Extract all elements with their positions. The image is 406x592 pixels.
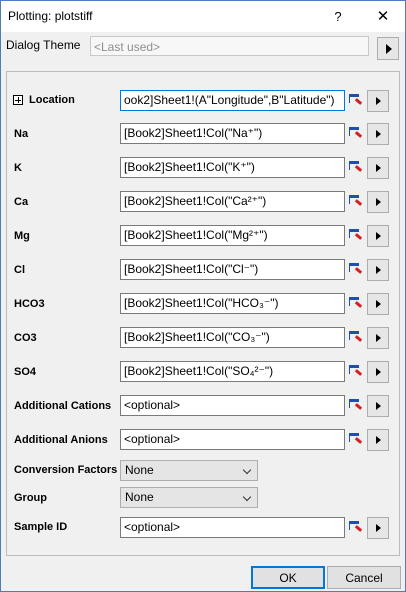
sample-id-menu-arrow-button[interactable] <box>367 517 389 539</box>
na-input[interactable]: [Book2]Sheet1!Col("Na⁺") <box>120 123 345 144</box>
conversion-factors-label: Conversion Factors <box>14 464 118 476</box>
dialog-theme-combo[interactable]: <Last used> <box>90 36 369 56</box>
ca-label: Ca <box>14 196 29 208</box>
ca-input[interactable]: [Book2]Sheet1!Col("Ca²⁺") <box>120 191 345 212</box>
hco3-menu-arrow-button[interactable] <box>367 293 389 315</box>
additional-anions-input[interactable]: <optional> <box>120 429 345 450</box>
sample-id-select-range-icon[interactable] <box>347 517 364 538</box>
k-label: K <box>14 162 22 174</box>
so4-label: SO4 <box>14 366 37 378</box>
na-menu-arrow-button[interactable] <box>367 123 389 145</box>
group-label: Group <box>14 492 47 504</box>
co3-select-range-icon[interactable] <box>347 327 364 348</box>
dialog-window: Plotting: plotstiff ? ✕ Dialog Theme <La… <box>0 0 406 592</box>
sample-id-label: Sample ID <box>14 521 68 533</box>
close-button[interactable]: ✕ <box>365 1 401 32</box>
na-select-range-icon[interactable] <box>347 123 364 144</box>
co3-input[interactable]: [Book2]Sheet1!Col("CO₃⁻") <box>120 327 345 348</box>
k-select-range-icon[interactable] <box>347 157 364 178</box>
k-menu-arrow-button[interactable] <box>367 157 389 179</box>
ca-select-range-icon[interactable] <box>347 191 364 212</box>
additional-anions-label: Additional Anions <box>14 434 108 446</box>
so4-input[interactable]: [Book2]Sheet1!Col("SO₄²⁻") <box>120 361 345 382</box>
location-input[interactable]: ook2]Sheet1!(A"Longitude",B"Latitude") <box>120 90 345 111</box>
cancel-button[interactable]: Cancel <box>327 566 401 589</box>
help-button[interactable]: ? <box>327 1 349 32</box>
so4-select-range-icon[interactable] <box>347 361 364 382</box>
expand-plus-icon[interactable] <box>13 95 23 105</box>
additional-anions-menu-arrow-button[interactable] <box>367 429 389 451</box>
window-title: Plotting: plotstiff <box>8 9 93 23</box>
conversion-factors-dropdown[interactable]: None <box>120 460 258 481</box>
additional-cations-menu-arrow-button[interactable] <box>367 395 389 417</box>
sample-id-input[interactable]: <optional> <box>120 517 345 538</box>
k-input[interactable]: [Book2]Sheet1!Col("K⁺") <box>120 157 345 178</box>
location-menu-arrow-button[interactable] <box>367 90 389 112</box>
title-bar: Plotting: plotstiff ? ✕ <box>1 1 405 32</box>
hco3-label: HCO3 <box>14 298 45 310</box>
cl-label: Cl <box>14 264 25 276</box>
hco3-select-range-icon[interactable] <box>347 293 364 314</box>
dialog-theme-label: Dialog Theme <box>6 38 81 52</box>
cl-select-range-icon[interactable] <box>347 259 364 280</box>
co3-label: CO3 <box>14 332 37 344</box>
additional-cations-label: Additional Cations <box>14 400 112 412</box>
co3-menu-arrow-button[interactable] <box>367 327 389 349</box>
mg-menu-arrow-button[interactable] <box>367 225 389 247</box>
cl-input[interactable]: [Book2]Sheet1!Col("Cl⁻") <box>120 259 345 280</box>
additional-anions-select-range-icon[interactable] <box>347 429 364 450</box>
na-label: Na <box>14 128 29 140</box>
additional-cations-select-range-icon[interactable] <box>347 395 364 416</box>
mg-label: Mg <box>14 230 30 242</box>
additional-cations-input[interactable]: <optional> <box>120 395 345 416</box>
cl-menu-arrow-button[interactable] <box>367 259 389 281</box>
mg-select-range-icon[interactable] <box>347 225 364 246</box>
ok-button[interactable]: OK <box>251 566 325 589</box>
so4-menu-arrow-button[interactable] <box>367 361 389 383</box>
location-label: Location <box>29 94 75 106</box>
location-select-range-icon[interactable] <box>347 90 364 111</box>
hco3-input[interactable]: [Book2]Sheet1!Col("HCO₃⁻") <box>120 293 345 314</box>
theme-menu-arrow-button[interactable] <box>377 37 399 60</box>
group-dropdown[interactable]: None <box>120 487 258 508</box>
ca-menu-arrow-button[interactable] <box>367 191 389 213</box>
mg-input[interactable]: [Book2]Sheet1!Col("Mg²⁺") <box>120 225 345 246</box>
